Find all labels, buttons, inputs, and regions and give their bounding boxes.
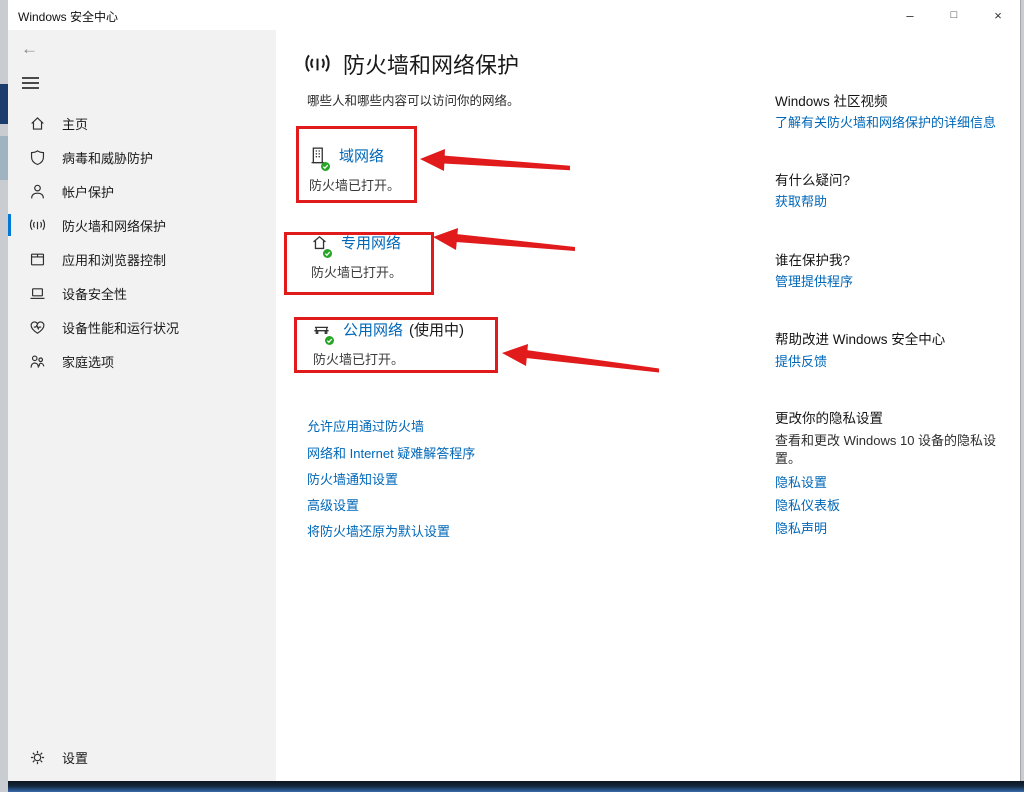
sidebar-item-app-browser-control[interactable]: 应用和浏览器控制: [8, 242, 276, 276]
sidebar-item-label: 应用和浏览器控制: [62, 250, 166, 269]
maximize-icon: □: [951, 9, 958, 21]
titlebar[interactable]: Windows 安全中心 – □ ×: [8, 0, 1020, 30]
gear-icon: [29, 749, 46, 766]
check-badge-icon: [325, 332, 334, 341]
windows-security-window: Windows 安全中心 – □ × ← 主页 病毒和威胁防护 帐户保护: [8, 0, 1021, 781]
public-network-icon: [312, 320, 331, 339]
sidebar-item-settings[interactable]: 设置: [8, 740, 276, 774]
window-controls: – □ ×: [888, 0, 1020, 30]
link-firewall-notification-settings[interactable]: 防火墙通知设置: [307, 469, 398, 488]
hamburger-menu-button[interactable]: [22, 77, 39, 89]
link-allow-app-through-firewall[interactable]: 允许应用通过防火墙: [307, 416, 424, 435]
close-icon: ×: [994, 8, 1002, 23]
back-arrow-icon: ←: [21, 39, 38, 58]
link-advanced-settings[interactable]: 高级设置: [307, 495, 359, 514]
aside-heading-privacy-settings: 更改你的隐私设置: [775, 407, 883, 427]
aside-heading-help-improve: 帮助改进 Windows 安全中心: [775, 328, 945, 348]
family-icon: [29, 353, 46, 370]
app-browser-icon: [29, 251, 46, 268]
link-learn-more-firewall[interactable]: 了解有关防火墙和网络保护的详细信息: [775, 112, 996, 131]
sidebar-item-label: 帐户保护: [62, 182, 114, 201]
link-restore-firewall-defaults[interactable]: 将防火墙还原为默认设置: [307, 521, 450, 540]
back-button[interactable]: ←: [21, 39, 38, 59]
page-title: 防火墙和网络保护: [343, 48, 519, 80]
sidebar: ← 主页 病毒和威胁防护 帐户保护 防火墙和网络保护 应用和浏览器控制: [8, 30, 276, 781]
sidebar-item-label: 病毒和威胁防护: [62, 148, 153, 167]
minimize-button[interactable]: –: [888, 0, 932, 30]
firewall-header-icon: [304, 51, 331, 78]
sidebar-item-device-performance-health[interactable]: 设备性能和运行状况: [8, 310, 276, 344]
domain-network-section: 域网络 防火墙已打开。: [308, 145, 400, 194]
desktop-icon-fragment: [0, 136, 8, 180]
sidebar-item-firewall-network-protection[interactable]: 防火墙和网络保护: [8, 208, 276, 242]
page-subtitle: 哪些人和哪些内容可以访问你的网络。: [307, 90, 520, 109]
shield-icon: [29, 149, 46, 166]
privacy-settings-description: 查看和更改 Windows 10 设备的隐私设置。: [775, 432, 1017, 468]
firewall-status-text: 防火墙已打开。: [309, 175, 400, 194]
sidebar-item-label: 设备性能和运行状况: [62, 318, 179, 337]
aside-heading-questions: 有什么疑问?: [775, 169, 850, 189]
close-button[interactable]: ×: [976, 0, 1020, 30]
link-privacy-dashboard[interactable]: 隐私仪表板: [775, 495, 840, 514]
window-title: Windows 安全中心: [18, 8, 118, 25]
maximize-button[interactable]: □: [932, 0, 976, 30]
public-network-link[interactable]: 公用网络: [343, 319, 403, 340]
check-badge-icon: [323, 245, 332, 254]
link-get-help[interactable]: 获取帮助: [775, 191, 827, 210]
sidebar-item-label: 主页: [62, 114, 88, 133]
sidebar-item-virus-threat-protection[interactable]: 病毒和威胁防护: [8, 140, 276, 174]
public-network-section: 公用网络 (使用中) 防火墙已打开。: [312, 319, 464, 368]
sidebar-item-account-protection[interactable]: 帐户保护: [8, 174, 276, 208]
link-privacy-settings[interactable]: 隐私设置: [775, 472, 827, 491]
home-icon: [29, 115, 46, 132]
link-network-internet-troubleshooter[interactable]: 网络和 Internet 疑难解答程序: [307, 443, 475, 462]
firewall-status-text: 防火墙已打开。: [311, 262, 407, 281]
page-header: 防火墙和网络保护: [304, 48, 519, 80]
sidebar-item-family-options[interactable]: 家庭选项: [8, 344, 276, 378]
sidebar-item-label: 设备安全性: [62, 284, 127, 303]
domain-network-link[interactable]: 域网络: [339, 145, 384, 166]
taskbar-strip: [8, 781, 1024, 792]
aside-heading-who-protects-me: 谁在保护我?: [775, 249, 850, 269]
desktop-icon-fragment: [0, 84, 8, 124]
firewall-status-text: 防火墙已打开。: [313, 349, 464, 368]
sidebar-item-device-security[interactable]: 设备安全性: [8, 276, 276, 310]
link-privacy-statement[interactable]: 隐私声明: [775, 518, 827, 537]
sidebar-item-home[interactable]: 主页: [8, 106, 276, 140]
minimize-icon: –: [906, 8, 913, 23]
link-manage-providers[interactable]: 管理提供程序: [775, 271, 853, 290]
sidebar-nav: 主页 病毒和威胁防护 帐户保护 防火墙和网络保护 应用和浏览器控制 设备安全性: [8, 106, 276, 378]
settings-label: 设置: [62, 748, 88, 767]
firewall-icon: [29, 217, 46, 234]
private-network-section: 专用网络 防火墙已打开。: [310, 232, 407, 281]
laptop-icon: [29, 285, 46, 302]
private-network-icon: [310, 233, 329, 252]
private-network-link[interactable]: 专用网络: [341, 232, 401, 253]
link-give-feedback[interactable]: 提供反馈: [775, 351, 827, 370]
aside-heading-community-videos: Windows 社区视频: [775, 90, 888, 110]
sidebar-item-label: 家庭选项: [62, 352, 114, 371]
network-active-suffix: (使用中): [409, 319, 464, 340]
domain-network-icon: [308, 146, 327, 165]
person-icon: [29, 183, 46, 200]
check-badge-icon: [321, 158, 330, 167]
screen: { "window": { "title": "Windows 安全中心", "…: [0, 0, 1024, 792]
heart-pulse-icon: [29, 319, 46, 336]
sidebar-item-label: 防火墙和网络保护: [62, 216, 166, 235]
